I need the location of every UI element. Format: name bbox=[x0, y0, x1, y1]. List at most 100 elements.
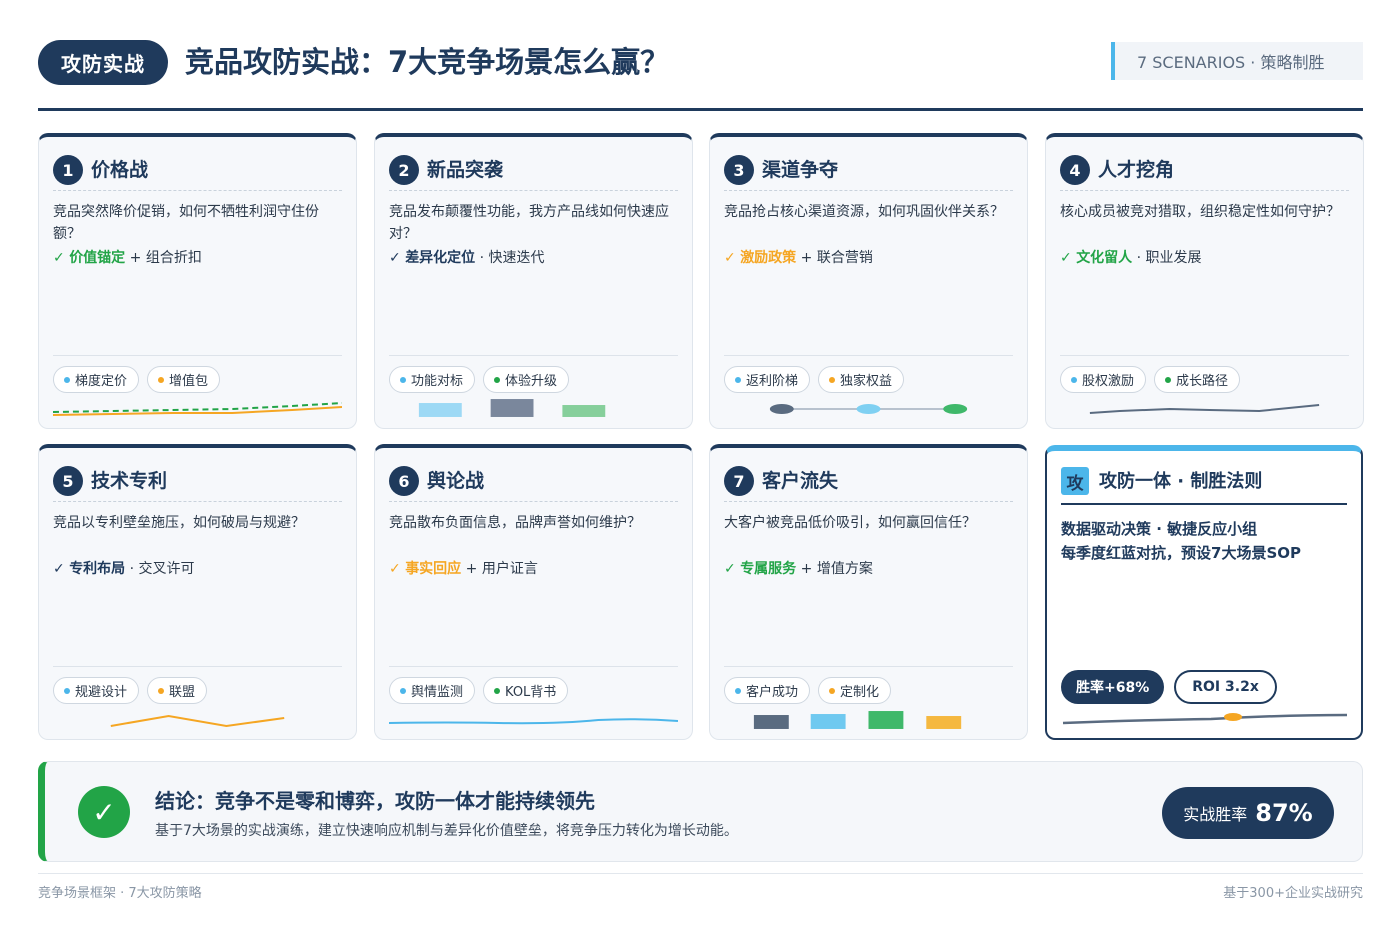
tag-pill[interactable]: 股权激励 bbox=[1060, 366, 1147, 393]
conclusion-banner: ✓ 结论：竞争不是零和博弈，攻防一体才能持续领先 基于7大场景的实战演练，建立快… bbox=[38, 761, 1363, 862]
card-divider bbox=[724, 355, 1013, 356]
win-rate-badge: 实战胜率 87% bbox=[1162, 787, 1334, 839]
tag-label: 增值包 bbox=[169, 374, 209, 389]
card-header: 4 人才挖角 bbox=[1060, 155, 1349, 191]
attack-icon: 攻 bbox=[1061, 467, 1089, 495]
card-title: 人才挖角 bbox=[1098, 159, 1175, 181]
card-strategy: ✓ 文化留人 · 职业发展 bbox=[1060, 247, 1349, 269]
strategy-separator: + bbox=[129, 250, 142, 266]
card-number-badge: 5 bbox=[53, 466, 83, 496]
scenario-card-7: 7 客户流失大客户被竞品低价吸引，如何赢回信任？ ✓ 专属服务 + 增值方案客户成功… bbox=[709, 444, 1028, 740]
strategy-rest: 用户证言 bbox=[481, 561, 538, 577]
card-mini-chart bbox=[388, 706, 679, 736]
tag-pill[interactable]: 成长路径 bbox=[1154, 366, 1241, 393]
tag-pill[interactable]: 返利阶梯 bbox=[724, 366, 811, 393]
tag-dot-icon bbox=[829, 687, 836, 694]
card-title: 渠道争夺 bbox=[762, 159, 839, 181]
win-rate-label: 实战胜率 bbox=[1183, 805, 1248, 824]
card-description: 核心成员被竞对猎取，组织稳定性如何守护？ bbox=[1060, 204, 1340, 220]
card-strategy: ✓ 差异化定位 · 快速迭代 bbox=[389, 247, 678, 269]
card-description: 大客户被竞品低价吸引，如何赢回信任？ bbox=[724, 515, 976, 531]
strategy-separator: · bbox=[129, 561, 135, 577]
tag-pill[interactable]: 客户成功 bbox=[724, 677, 811, 704]
card-tags: 客户成功 定制化 bbox=[724, 677, 892, 704]
tag-pill[interactable]: 独家权益 bbox=[818, 366, 905, 393]
card-tags: 舆情监测 KOL背书 bbox=[389, 677, 569, 704]
card-tags: 梯度定价 增值包 bbox=[53, 366, 221, 393]
tag-dot-icon bbox=[158, 376, 165, 383]
scenario-card-2: 2 新品突袭竞品发布颠覆性功能，我方产品线如何快速应对？ ✓ 差异化定位 · 快速迭… bbox=[374, 133, 693, 429]
strategy-key: 事实回应 bbox=[405, 561, 462, 577]
tag-label: 联盟 bbox=[169, 685, 196, 700]
tag-dot-icon bbox=[64, 687, 70, 694]
card-divider bbox=[53, 666, 342, 667]
strategy-key: 价值锚定 bbox=[69, 250, 126, 266]
card-header: 5 技术专利 bbox=[53, 466, 342, 502]
card-divider bbox=[389, 666, 678, 667]
footer-left-text: 竞争场景框架 · 7大攻防策略 bbox=[38, 886, 202, 901]
tag-pill[interactable]: 舆情监测 bbox=[389, 677, 476, 704]
header-divider bbox=[38, 108, 1363, 111]
tag-pill[interactable]: 规避设计 bbox=[53, 677, 140, 704]
check-icon: ✓ bbox=[724, 250, 736, 266]
card-mini-chart bbox=[52, 395, 343, 425]
tag-dot-icon bbox=[829, 376, 836, 383]
card-strategy: ✓ 专属服务 + 增值方案 bbox=[724, 558, 1013, 580]
strategy-rest: 快速迭代 bbox=[488, 250, 545, 266]
card-number-badge: 6 bbox=[389, 466, 419, 496]
card-header: 3 渠道争夺 bbox=[724, 155, 1013, 191]
page-header: 攻防实战 竞品攻防实战：7大竞争场景怎么赢？ 7 SCENARIOS · 策略制… bbox=[38, 40, 1363, 88]
card-number-badge: 3 bbox=[724, 155, 754, 185]
tag-label: 股权激励 bbox=[1082, 374, 1135, 389]
strategy-key: 激励政策 bbox=[740, 250, 797, 266]
card-title: 新品突袭 bbox=[427, 159, 504, 181]
summary-card-title: 攻防一体 · 制胜法则 bbox=[1099, 471, 1263, 492]
card-description: 竞品发布颠覆性功能，我方产品线如何快速应对？ bbox=[389, 204, 669, 242]
card-number-badge: 7 bbox=[724, 466, 754, 496]
tag-pill[interactable]: 体验升级 bbox=[483, 366, 570, 393]
card-description: 竞品以专利壁垒施压，如何破局与规避？ bbox=[53, 515, 305, 531]
card-number-badge: 2 bbox=[389, 155, 419, 185]
page-title: 竞品攻防实战：7大竞争场景怎么赢？ bbox=[185, 45, 670, 79]
card-tags: 股权激励 成长路径 bbox=[1060, 366, 1241, 393]
card-mini-chart bbox=[1060, 395, 1349, 425]
strategy-rest: 组合折扣 bbox=[145, 250, 202, 266]
tag-pill[interactable]: 梯度定价 bbox=[53, 366, 140, 393]
card-strategy: ✓ 激励政策 + 联合营销 bbox=[724, 247, 1013, 269]
scenario-card-3: 3 渠道争夺 竞品抢占核心渠道资源，如何巩固伙伴关系？ ✓ 激励政策 + 联合营销 返利… bbox=[709, 133, 1028, 429]
tag-pill[interactable]: 定制化 bbox=[818, 677, 892, 704]
summary-line-1: 数据驱动决策 · 敏捷反应小组 bbox=[1061, 520, 1258, 538]
tag-label: 舆情监测 bbox=[411, 685, 464, 700]
tag-pill[interactable]: KOL背书 bbox=[483, 677, 569, 704]
summary-line-2: 每季度红蓝对抗，预设7大场景SOP bbox=[1061, 544, 1301, 562]
check-icon: ✓ bbox=[53, 250, 65, 266]
tag-dot-icon bbox=[735, 376, 741, 383]
tag-dot-icon bbox=[494, 376, 501, 383]
card-divider bbox=[389, 355, 678, 356]
tag-label: 体验升级 bbox=[505, 374, 558, 389]
tag-dot-icon bbox=[64, 376, 70, 383]
card-header: 7 客户流失 bbox=[724, 466, 1013, 502]
card-number-badge: 1 bbox=[53, 155, 83, 185]
card-header: 6 舆论战 bbox=[389, 466, 678, 502]
footer-right-text: 基于300+企业实战研究 bbox=[1223, 886, 1363, 901]
card-header: 2 新品突袭 bbox=[389, 155, 678, 191]
card-title: 技术专利 bbox=[91, 470, 168, 492]
tag-pill[interactable]: 功能对标 bbox=[389, 366, 476, 393]
check-icon: ✓ bbox=[53, 561, 65, 577]
summary-card: 攻 攻防一体 · 制胜法则 数据驱动决策 · 敏捷反应小组 每季度红蓝对抗，预设… bbox=[1045, 445, 1363, 740]
tag-label: 返利阶梯 bbox=[746, 374, 799, 389]
tag-pill[interactable]: 增值包 bbox=[147, 366, 221, 393]
scenario-card-5: 5 技术专利 竞品以专利壁垒施压，如何破局与规避？ ✓ 专利布局 · 交叉许可 规避设计… bbox=[38, 444, 357, 740]
strategy-separator: + bbox=[800, 250, 813, 266]
tag-pill[interactable]: 联盟 bbox=[147, 677, 208, 704]
strategy-separator: · bbox=[479, 250, 485, 266]
strategy-key: 差异化定位 bbox=[405, 250, 476, 266]
tag-dot-icon bbox=[735, 687, 741, 694]
strategy-key: 专利布局 bbox=[69, 561, 126, 577]
header-badge: 攻防实战 bbox=[38, 40, 168, 85]
strategy-rest: 增值方案 bbox=[816, 561, 873, 577]
tag-dot-icon bbox=[400, 687, 406, 694]
card-divider bbox=[724, 666, 1013, 667]
tag-dot-icon bbox=[1165, 376, 1172, 383]
